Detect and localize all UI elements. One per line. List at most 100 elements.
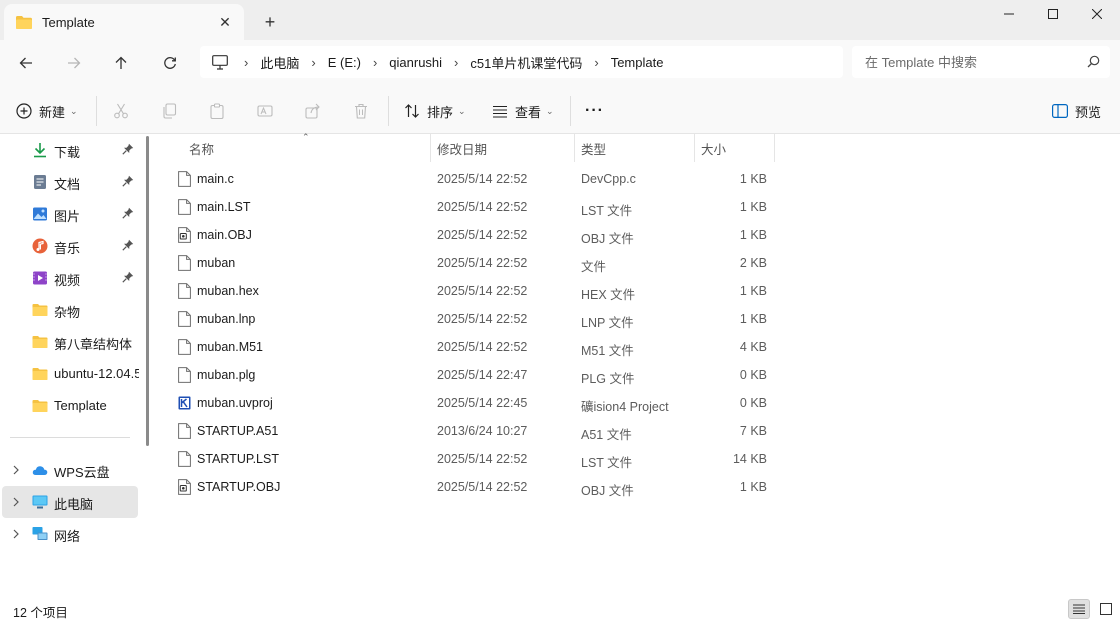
tab-template[interactable]: Template ✕ (4, 4, 244, 40)
pin-icon[interactable] (122, 207, 134, 219)
chevron-right-icon[interactable] (11, 464, 21, 476)
more-options-button[interactable]: ··· (585, 98, 604, 124)
forward-button[interactable] (61, 50, 87, 76)
pin-icon[interactable] (122, 143, 134, 155)
chevron-right-icon[interactable] (11, 496, 21, 508)
back-button[interactable] (13, 50, 39, 76)
maximize-icon (1048, 9, 1058, 19)
file-row[interactable]: muban.M51 2025/5/14 22:52 M51 文件 4 KB (171, 333, 791, 361)
paste-button[interactable] (204, 98, 230, 124)
rename-button[interactable] (252, 98, 278, 124)
pin-icon[interactable] (122, 239, 134, 251)
breadcrumb-separator: › (594, 54, 599, 70)
file-row[interactable]: STARTUP.LST 2025/5/14 22:52 LST 文件 14 KB (171, 445, 791, 473)
column-divider[interactable] (694, 134, 695, 162)
breadcrumb-separator: › (372, 54, 378, 70)
minimize-button[interactable] (986, 0, 1032, 28)
new-tab-button[interactable]: + (260, 12, 280, 32)
search-input[interactable] (865, 54, 1075, 70)
file-size: 1 KB (739, 200, 767, 214)
share-icon (305, 103, 320, 119)
breadcrumb-this-pc[interactable]: 此电脑 (250, 53, 309, 72)
up-button[interactable] (108, 50, 134, 76)
file-row[interactable]: muban.lnp 2025/5/14 22:52 LNP 文件 1 KB (171, 305, 791, 333)
breadcrumb-qianrushi[interactable]: qianrushi (379, 55, 452, 70)
folder-icon (32, 336, 48, 348)
file-row[interactable]: muban.uvproj 2025/5/14 22:45 礦ision4 Proje… (171, 389, 791, 417)
file-modified-date: 2025/5/14 22:52 (437, 452, 528, 466)
file-name: muban.plg (197, 368, 256, 382)
cut-button[interactable] (108, 98, 134, 124)
file-row[interactable]: muban.hex 2025/5/14 22:52 HEX 文件 1 KB (171, 277, 791, 305)
column-divider[interactable] (774, 134, 775, 162)
large-icons-view-button[interactable] (1095, 599, 1117, 619)
sort-button[interactable]: 排序 ⌄ (404, 98, 466, 124)
preview-pane-button[interactable]: 预览 (1052, 98, 1101, 124)
search-box[interactable] (852, 46, 1110, 78)
breadcrumb-template[interactable]: Template (601, 55, 674, 70)
address-bar[interactable]: › 此电脑 › E (E:) › qianrushi › c51单片机课堂代码 … (200, 46, 843, 78)
column-header-name[interactable]: 名称 (189, 134, 214, 162)
sidebar-item-folder[interactable]: 第八章结构体 (2, 326, 138, 358)
item-count: 12 个项目 (13, 606, 68, 619)
trash-icon (355, 103, 367, 119)
file-name: muban (197, 256, 236, 270)
close-icon (1092, 9, 1102, 19)
refresh-button[interactable] (157, 50, 183, 76)
sidebar-item-folder[interactable]: Template (2, 390, 138, 422)
file-modified-date: 2025/5/14 22:52 (437, 172, 528, 186)
sidebar-item-label: 此电脑 (54, 497, 94, 512)
file-row[interactable]: STARTUP.OBJ 2025/5/14 22:52 OBJ 文件 1 KB (171, 473, 791, 501)
sidebar-item-folder[interactable]: 杂物 (2, 294, 138, 326)
column-header-date[interactable]: 修改日期 (437, 134, 487, 162)
file-modified-date: 2025/5/14 22:52 (437, 340, 528, 354)
sidebar-item-music[interactable]: 音乐 (2, 230, 138, 262)
file-row[interactable]: main.c 2025/5/14 22:52 DevCpp.c 1 KB (171, 165, 791, 193)
column-header-size[interactable]: 大小 (701, 134, 726, 162)
file-name: muban.M51 (197, 340, 264, 354)
obj-file-icon (178, 227, 191, 243)
file-row[interactable]: muban.plg 2025/5/14 22:47 PLG 文件 0 KB (171, 361, 791, 389)
pin-icon[interactable] (122, 175, 134, 187)
sidebar-item-documents[interactable]: 文档 (2, 166, 138, 198)
file-size: 1 KB (739, 312, 767, 326)
pin-icon[interactable] (122, 271, 134, 283)
new-button[interactable]: 新建 ⌄ (16, 98, 78, 124)
maximize-button[interactable] (1030, 0, 1076, 28)
sidebar-item-label: 杂物 (54, 305, 81, 320)
file-row[interactable]: main.OBJ 2025/5/14 22:52 OBJ 文件 1 KB (171, 221, 791, 249)
share-button[interactable] (300, 98, 326, 124)
breadcrumb-separator: › (454, 54, 459, 70)
file-size: 1 KB (739, 284, 767, 298)
sidebar-item-this-pc[interactable]: 此电脑 (2, 486, 138, 518)
column-header-type[interactable]: 类型 (581, 134, 606, 162)
column-divider[interactable] (574, 134, 575, 162)
breadcrumb-drive-e[interactable]: E (E:) (318, 55, 371, 70)
sidebar-item-videos[interactable]: 视频 (2, 262, 138, 294)
view-button[interactable]: 查看 ⌄ (492, 98, 554, 124)
file-name: STARTUP.A51 (197, 424, 279, 438)
sidebar-item-pictures[interactable]: 图片 (2, 198, 138, 230)
file-row[interactable]: STARTUP.A51 2013/6/24 10:27 A51 文件 7 KB (171, 417, 791, 445)
sidebar-item-downloads[interactable]: 下载 (2, 134, 138, 166)
column-divider[interactable] (430, 134, 431, 162)
copy-button[interactable] (156, 98, 182, 124)
file-row[interactable]: muban 2025/5/14 22:52 文件 2 KB (171, 249, 791, 277)
file-size: 1 KB (739, 172, 767, 186)
sidebar-item-folder[interactable]: ubuntu-12.04.5 (2, 358, 139, 390)
close-window-button[interactable] (1074, 0, 1120, 28)
breadcrumb-c51-code[interactable]: c51单片机课堂代码 (460, 53, 592, 72)
file-type: LST 文件 (581, 456, 633, 470)
arrow-right-icon (68, 57, 81, 69)
chevron-right-icon[interactable] (11, 528, 21, 540)
tab-close-button[interactable]: ✕ (216, 13, 234, 31)
details-view-button[interactable] (1068, 599, 1090, 619)
file-modified-date: 2025/5/14 22:52 (437, 480, 528, 494)
sidebar-item-network[interactable]: 网络 (2, 518, 138, 550)
delete-button[interactable] (348, 98, 374, 124)
file-row[interactable]: main.LST 2025/5/14 22:52 LST 文件 1 KB (171, 193, 791, 221)
file-size: 14 KB (732, 452, 767, 466)
sidebar-item-wps-cloud[interactable]: WPS云盘 (2, 454, 138, 486)
chevron-down-icon: ⌄ (546, 105, 554, 116)
sidebar-scrollbar[interactable] (146, 136, 149, 446)
